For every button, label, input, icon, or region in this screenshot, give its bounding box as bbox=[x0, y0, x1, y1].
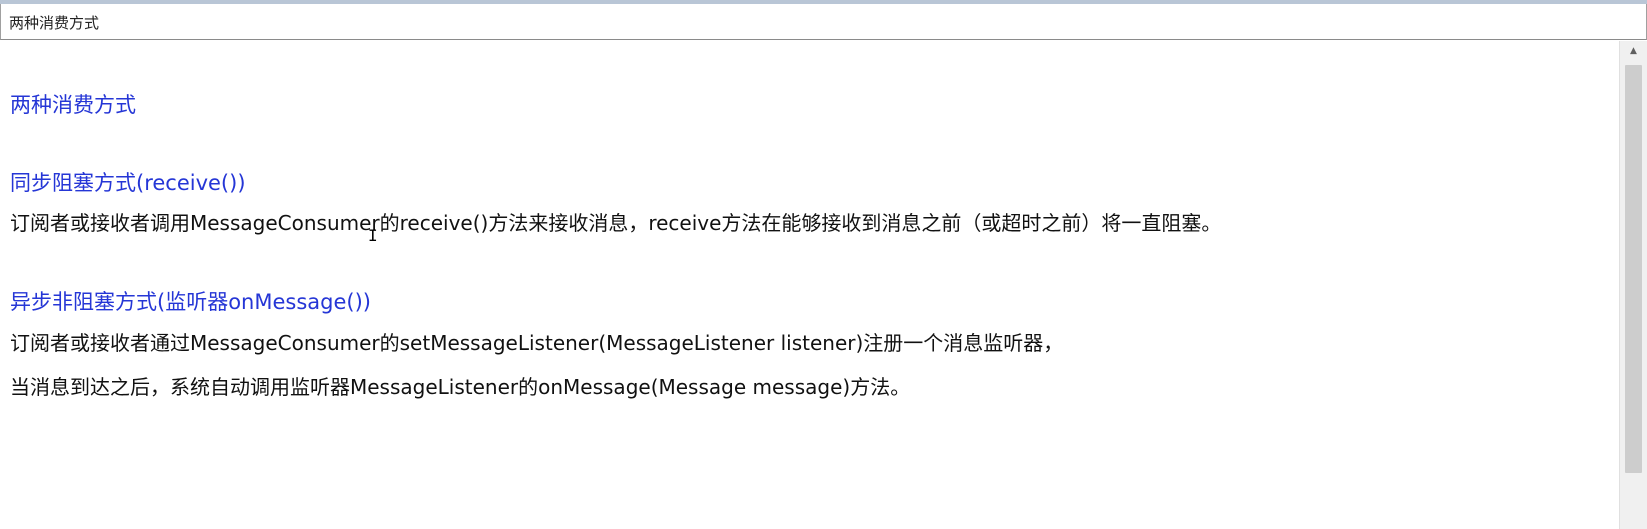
i-beam-cursor-icon: I bbox=[368, 226, 378, 245]
scrollbar-thumb[interactable] bbox=[1625, 65, 1642, 473]
document-heading: 两种消费方式 bbox=[10, 93, 136, 117]
async-description-line-2: 当消息到达之后，系统自动调用监听器MessageListener的onMessa… bbox=[10, 375, 911, 399]
sync-heading: 同步阻塞方式(receive()) bbox=[10, 171, 246, 195]
async-heading: 异步非阻塞方式(监听器onMessage()) bbox=[10, 290, 371, 314]
title-bar: 两种消费方式 bbox=[0, 4, 1647, 40]
async-description-line-1: 订阅者或接收者通过MessageConsumer的setMessageListe… bbox=[10, 331, 1064, 355]
sync-description: 订阅者或接收者调用MessageConsumer的receive()方法来接收消… bbox=[10, 211, 1222, 235]
chevron-up-icon[interactable]: ▲ bbox=[1620, 41, 1647, 61]
document-window: 两种消费方式 两种消费方式 同步阻塞方式(receive()) 订阅者或接收者调… bbox=[0, 0, 1647, 529]
vertical-scrollbar[interactable]: ▲ bbox=[1619, 41, 1647, 529]
document-content[interactable]: 两种消费方式 同步阻塞方式(receive()) 订阅者或接收者调用Messag… bbox=[0, 41, 1618, 529]
window-title: 两种消费方式 bbox=[9, 14, 100, 32]
